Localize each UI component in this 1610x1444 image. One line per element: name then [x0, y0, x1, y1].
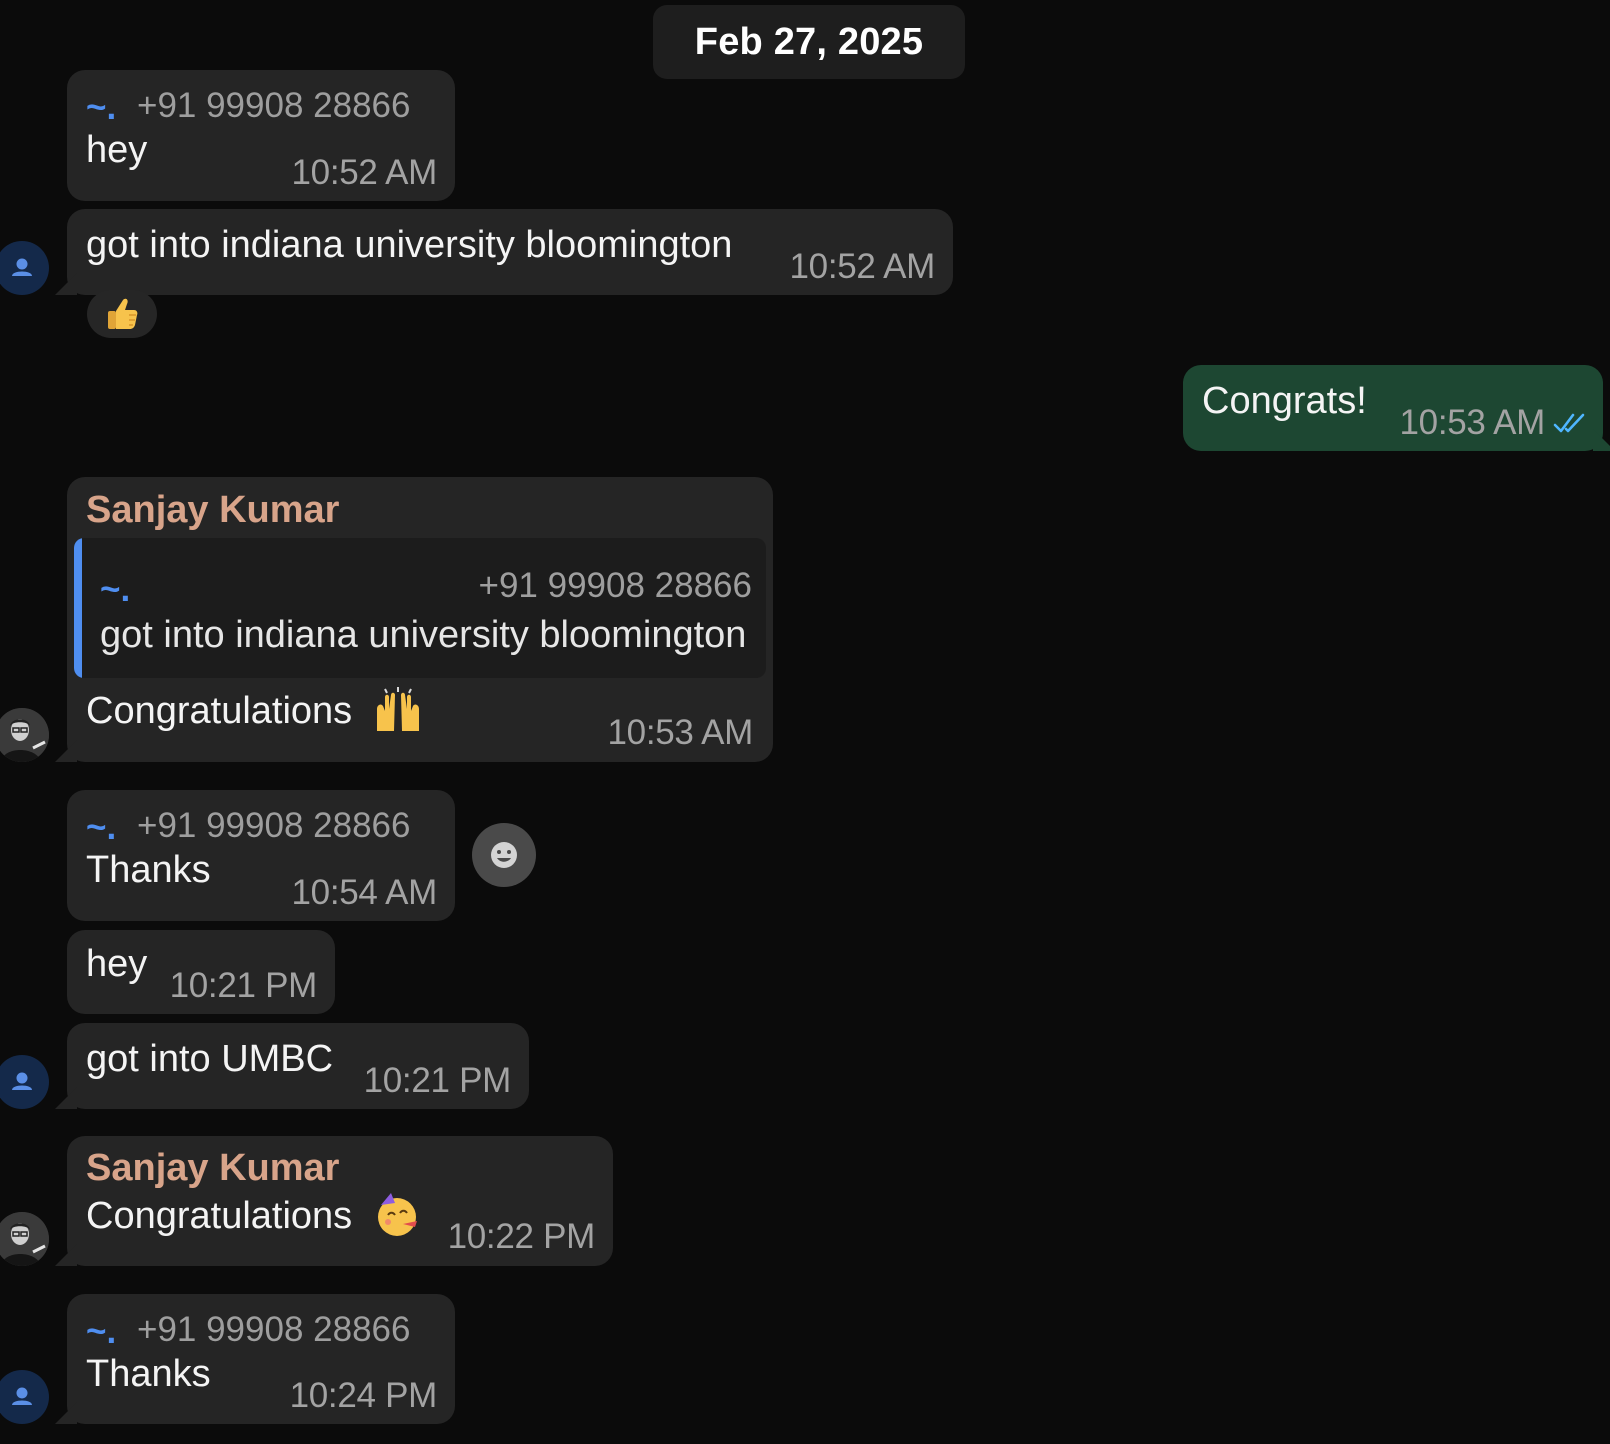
quote-accent-bar: [74, 538, 82, 678]
message-bubble[interactable]: got into UMBC 10:21 PM: [67, 1023, 529, 1109]
message-text: Congratulations: [86, 1195, 353, 1237]
message-time: 10:53 AM: [607, 713, 754, 752]
message-time: 10:22 PM: [447, 1217, 596, 1256]
quoted-sender-tag: ~.: [100, 570, 131, 609]
message-time: 10:21 PM: [363, 1061, 512, 1100]
message-text: hey: [86, 943, 148, 985]
bubble-tail: [55, 1402, 77, 1424]
message-text: hey: [86, 129, 148, 171]
partying-face-emoji: [378, 1193, 417, 1236]
reaction-chip[interactable]: [87, 290, 157, 338]
person-avatar-icon[interactable]: [0, 241, 49, 295]
message-bubble[interactable]: ~. +91 99908 28866 Thanks 10:54 AM: [67, 790, 455, 921]
quoted-text: got into indiana university bloomington: [100, 614, 747, 656]
quoted-reply[interactable]: ~. +91 99908 28866 got into indiana univ…: [74, 538, 766, 678]
bubble-tail: [55, 1244, 77, 1266]
message-bubble[interactable]: got into indiana university bloomington …: [67, 209, 953, 295]
thumbs-up-emoji: [108, 298, 138, 329]
message-text: Thanks: [86, 1353, 211, 1395]
read-double-check-icon: [1553, 413, 1585, 433]
sender-tag: ~.: [86, 808, 117, 847]
message-bubble[interactable]: ~. +91 99908 28866 hey 10:52 AM: [67, 70, 455, 201]
smiley-react-icon: [491, 842, 517, 868]
message-text: Thanks: [86, 849, 211, 891]
message-bubble[interactable]: Sanjay Kumar Congratulations 10:22 PM: [67, 1136, 613, 1266]
message-text: Congratulations: [86, 690, 353, 732]
sender-name[interactable]: Sanjay Kumar: [86, 491, 339, 529]
message-time: 10:53 AM: [1399, 403, 1546, 442]
sender-tag: ~.: [86, 88, 117, 127]
sender-tag: ~.: [86, 1312, 117, 1351]
message-time: 10:21 PM: [169, 966, 318, 1005]
sender-phone: +91 99908 28866: [137, 86, 411, 125]
sender-phone: +91 99908 28866: [137, 806, 411, 845]
person-avatar-icon[interactable]: [0, 1370, 49, 1424]
bubble-tail: [55, 1087, 77, 1109]
message-time: 10:24 PM: [289, 1376, 438, 1415]
add-reaction-button[interactable]: [472, 823, 536, 887]
message-time: 10:52 AM: [291, 153, 438, 192]
contact-photo-avatar[interactable]: [0, 708, 49, 762]
raising-hands-emoji: [377, 687, 419, 731]
outgoing-message-bubble[interactable]: Congrats! 10:53 AM: [1183, 365, 1603, 451]
quoted-sender-phone: +91 99908 28866: [478, 566, 752, 605]
contact-photo-avatar[interactable]: [0, 1212, 49, 1266]
message-time: 10:54 AM: [291, 873, 438, 912]
message-text: got into indiana university bloomington: [86, 224, 733, 266]
message-bubble[interactable]: hey 10:21 PM: [67, 930, 335, 1014]
message-bubble[interactable]: ~. +91 99908 28866 Thanks 10:24 PM: [67, 1294, 455, 1424]
message-text: Congrats!: [1202, 380, 1367, 422]
date-separator: Feb 27, 2025: [653, 5, 965, 79]
message-time: 10:52 AM: [789, 247, 936, 286]
message-text: got into UMBC: [86, 1038, 334, 1080]
sender-name[interactable]: Sanjay Kumar: [86, 1149, 339, 1187]
chat-view: Feb 27, 2025 ~. +91 99908 28866 hey 10:5…: [0, 0, 1610, 1444]
person-avatar-icon[interactable]: [0, 1055, 49, 1109]
sender-phone: +91 99908 28866: [137, 1310, 411, 1349]
